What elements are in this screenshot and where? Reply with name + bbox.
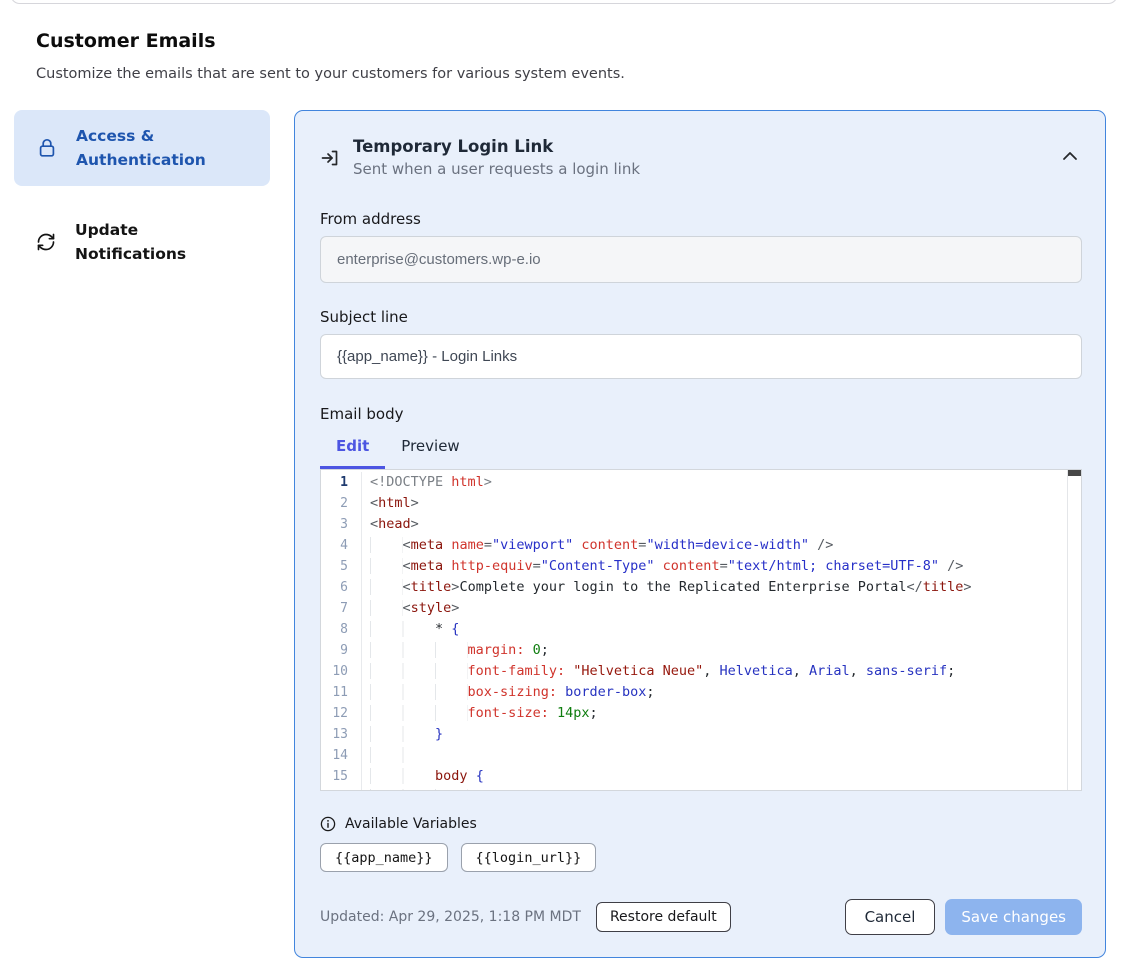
sidebar-item-label: Update Notifications	[75, 218, 251, 266]
code-line: 2<html>	[321, 493, 1081, 514]
save-changes-button[interactable]: Save changes	[945, 899, 1082, 935]
sidebar-item-label: Access & Authentication	[76, 124, 252, 172]
variable-chips: {{app_name}} {{login_url}}	[320, 843, 1082, 872]
sidebar-item-access-authentication[interactable]: Access & Authentication	[14, 110, 270, 186]
code-line: 14	[321, 745, 1081, 766]
code-line: 1<!DOCTYPE html>	[321, 472, 1081, 493]
line-number: 14	[321, 745, 362, 766]
line-number: 6	[321, 577, 362, 598]
editor-scrollbar-thumb[interactable]	[1068, 470, 1081, 476]
line-number: 13	[321, 724, 362, 745]
page-title: Customer Emails	[36, 30, 216, 52]
code-editor[interactable]: 1<!DOCTYPE html>2<html>3<head>4 <meta na…	[320, 469, 1082, 791]
previous-section-bottom-edge	[10, 0, 1118, 4]
code-line: 7 <style>	[321, 598, 1081, 619]
panel-header: Temporary Login Link Sent when a user re…	[320, 135, 1082, 180]
code-line: 16 background-color: #f9f9f9;	[321, 787, 1081, 791]
line-number: 4	[321, 535, 362, 556]
code-line: 15 body {	[321, 766, 1081, 787]
line-number: 12	[321, 703, 362, 724]
code-line: 9 margin: 0;	[321, 640, 1081, 661]
code-lines: 1<!DOCTYPE html>2<html>3<head>4 <meta na…	[321, 470, 1081, 791]
code-line: 8 * {	[321, 619, 1081, 640]
line-number: 11	[321, 682, 362, 703]
line-number: 10	[321, 661, 362, 682]
email-template-panel: Temporary Login Link Sent when a user re…	[294, 110, 1106, 958]
from-address-input	[320, 236, 1082, 283]
restore-default-button[interactable]: Restore default	[596, 902, 731, 932]
code-line: 12 font-size: 14px;	[321, 703, 1081, 724]
line-number: 3	[321, 514, 362, 535]
available-variables-label: Available Variables	[345, 816, 477, 832]
lock-icon	[38, 138, 56, 159]
code-line: 5 <meta http-equiv="Content-Type" conten…	[321, 556, 1081, 577]
from-address-label: From address	[320, 210, 1082, 229]
code-line: 4 <meta name="viewport" content="width=d…	[321, 535, 1081, 556]
line-number: 15	[321, 766, 362, 787]
code-line: 11 box-sizing: border-box;	[321, 682, 1081, 703]
line-number: 1	[321, 472, 362, 493]
variable-chip-login-url[interactable]: {{login_url}}	[461, 843, 597, 872]
sidebar-item-update-notifications[interactable]: Update Notifications	[14, 204, 270, 280]
email-body-tabs: Edit Preview	[320, 426, 1082, 469]
collapse-section-button[interactable]	[1058, 147, 1082, 165]
updated-timestamp: Updated: Apr 29, 2025, 1:18 PM MDT	[320, 909, 581, 925]
line-number: 8	[321, 619, 362, 640]
line-number: 7	[321, 598, 362, 619]
info-icon	[320, 816, 336, 832]
tab-preview[interactable]: Preview	[385, 426, 475, 469]
cancel-button[interactable]: Cancel	[845, 899, 936, 935]
panel-subtitle: Sent when a user requests a login link	[353, 158, 640, 180]
email-types-sidebar: Access & Authentication Update Notificat…	[14, 110, 270, 280]
refresh-icon	[36, 232, 56, 252]
line-number: 9	[321, 640, 362, 661]
code-line: 13 }	[321, 724, 1081, 745]
tab-edit[interactable]: Edit	[320, 426, 385, 469]
chevron-up-icon	[1062, 151, 1078, 161]
subject-line-label: Subject line	[320, 308, 1082, 327]
line-number: 2	[321, 493, 362, 514]
panel-footer: Updated: Apr 29, 2025, 1:18 PM MDT Resto…	[320, 899, 1082, 935]
login-icon	[320, 148, 340, 168]
page-subtitle: Customize the emails that are sent to yo…	[36, 66, 625, 82]
code-line: 6 <title>Complete your login to the Repl…	[321, 577, 1081, 598]
code-line: 3<head>	[321, 514, 1081, 535]
code-line: 10 font-family: "Helvetica Neue", Helvet…	[321, 661, 1081, 682]
subject-line-input[interactable]	[320, 334, 1082, 379]
panel-title: Temporary Login Link	[353, 135, 640, 158]
email-body-label: Email body	[320, 405, 1082, 424]
editor-scrollbar[interactable]	[1067, 470, 1081, 790]
line-number: 5	[321, 556, 362, 577]
line-number: 16	[321, 787, 362, 791]
variable-chip-app-name[interactable]: {{app_name}}	[320, 843, 448, 872]
